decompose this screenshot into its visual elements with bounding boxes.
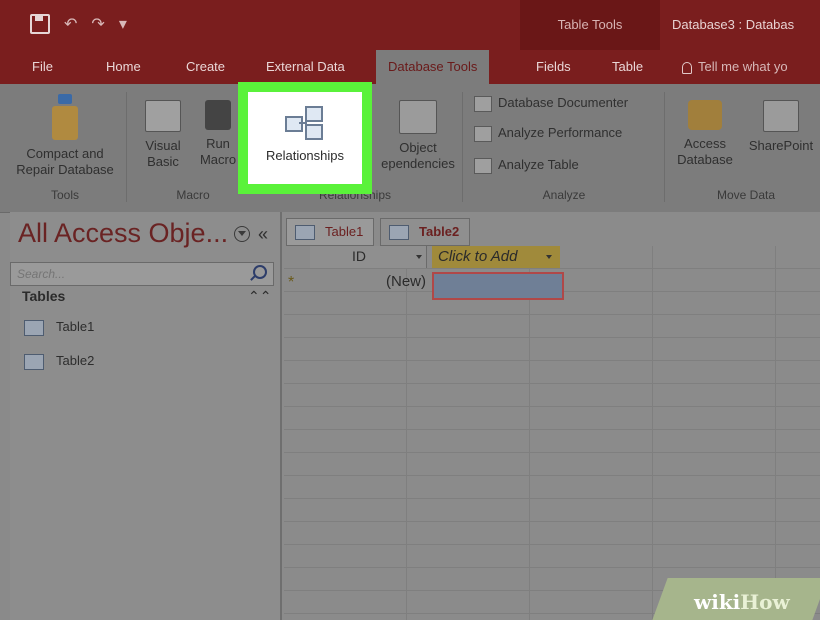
search-icon[interactable] bbox=[253, 265, 267, 279]
analyze-performance-button[interactable]: Analyze Performance bbox=[474, 122, 622, 144]
separator bbox=[664, 92, 665, 202]
new-record-icon: * bbox=[288, 274, 295, 291]
watermark-how: How bbox=[740, 590, 790, 614]
compact-label-2: Repair Database bbox=[16, 162, 114, 177]
relationships-button[interactable]: Relationships bbox=[248, 92, 362, 184]
doc-tab-label: Table2 bbox=[419, 224, 460, 239]
redo-icon[interactable]: ↷ bbox=[91, 14, 104, 34]
visual-basic-label-1: Visual bbox=[145, 138, 181, 153]
compact-label-1: Compact and bbox=[26, 146, 104, 161]
analyze-table-button[interactable]: Analyze Table bbox=[474, 154, 579, 176]
access-window: ↶ ↷ ▾ Table Tools Database3 : Databas Fi… bbox=[0, 0, 820, 620]
compact-repair-button[interactable]: Compact and Repair Database bbox=[10, 94, 120, 178]
performance-icon bbox=[474, 125, 492, 142]
click-to-add-column[interactable]: Click to Add bbox=[432, 246, 560, 268]
nav-search-input[interactable] bbox=[15, 264, 239, 284]
column-header-label: ID bbox=[352, 248, 366, 264]
undo-icon[interactable]: ↶ bbox=[64, 14, 77, 34]
tab-create[interactable]: Create bbox=[186, 50, 225, 84]
group-label-tools: Tools bbox=[50, 188, 79, 202]
object-dependencies-label-1: Object bbox=[399, 140, 437, 155]
relationships-icon bbox=[285, 106, 325, 140]
relationships-highlight: Relationships bbox=[238, 82, 372, 194]
active-cell[interactable] bbox=[432, 272, 564, 300]
database-documenter-button[interactable]: Database Documenter bbox=[474, 92, 628, 114]
group-label-macro: Macro bbox=[176, 188, 210, 202]
nav-collapse-icon[interactable]: « bbox=[258, 224, 268, 245]
nav-item-table2[interactable]: Table2 bbox=[24, 350, 94, 372]
group-label-analyze: Analyze bbox=[542, 188, 586, 202]
nav-search-box bbox=[10, 262, 274, 286]
visual-basic-label-2: Basic bbox=[147, 154, 179, 169]
sharepoint-icon bbox=[763, 100, 799, 132]
performance-label: Analyze Performance bbox=[498, 125, 623, 140]
section-collapse-icon[interactable]: ⌃⌃ bbox=[248, 288, 271, 305]
tab-table[interactable]: Table bbox=[612, 50, 643, 84]
column-dropdown-icon[interactable] bbox=[416, 255, 422, 259]
documenter-label: Database Documenter bbox=[498, 95, 629, 110]
table-icon bbox=[389, 225, 409, 241]
datasheet-grid[interactable] bbox=[284, 246, 820, 620]
nav-item-label: Table1 bbox=[56, 319, 95, 334]
access-database-label-1: Access bbox=[684, 136, 726, 151]
object-dependencies-label-2: ependencies bbox=[381, 156, 455, 171]
table-icon bbox=[24, 353, 44, 370]
doc-tab-table1[interactable]: Table1 bbox=[286, 218, 375, 246]
quick-access-toolbar: ↶ ↷ ▾ bbox=[30, 14, 127, 34]
ribbon-tabs: File Home Create External Data Database … bbox=[0, 50, 820, 84]
compact-repair-icon bbox=[52, 94, 78, 140]
access-database-button[interactable]: Access Database bbox=[672, 96, 738, 168]
document-title: Database3 : Databas bbox=[672, 17, 795, 32]
navigation-pane: All Access Obje... « Tables ⌃⌃ Table1 Ta… bbox=[10, 212, 282, 620]
save-icon[interactable] bbox=[30, 14, 50, 34]
visual-basic-button[interactable]: Visual Basic bbox=[138, 96, 188, 170]
run-macro-label-2: Macro bbox=[199, 152, 237, 167]
access-database-icon bbox=[688, 100, 722, 130]
sharepoint-button[interactable]: SharePoint bbox=[742, 96, 820, 154]
nav-item-label: Table2 bbox=[56, 353, 95, 368]
title-bar: ↶ ↷ ▾ Table Tools Database3 : Databas bbox=[0, 0, 820, 50]
sharepoint-label: SharePoint bbox=[748, 138, 814, 153]
relationships-label: Relationships bbox=[265, 148, 345, 163]
column-header-label: Click to Add bbox=[438, 248, 518, 265]
tab-fields[interactable]: Fields bbox=[536, 50, 571, 84]
documenter-icon bbox=[474, 95, 492, 112]
tab-external-data[interactable]: External Data bbox=[266, 50, 345, 84]
tables-section-header[interactable]: Tables bbox=[22, 288, 65, 304]
analyze-table-label: Analyze Table bbox=[498, 157, 579, 172]
object-dependencies-button[interactable]: Object ependencies bbox=[380, 96, 456, 172]
id-cell-new[interactable]: (New) bbox=[322, 273, 426, 295]
analyze-table-icon bbox=[474, 157, 492, 174]
nav-menu-dropdown-icon[interactable] bbox=[234, 226, 250, 242]
table-tools-context-label: Table Tools bbox=[520, 0, 660, 50]
doc-tab-label: Table1 bbox=[325, 224, 364, 239]
tab-home[interactable]: Home bbox=[106, 50, 141, 84]
visual-basic-icon bbox=[145, 100, 181, 132]
access-database-label-2: Database bbox=[677, 152, 733, 167]
customize-qat-icon[interactable]: ▾ bbox=[119, 14, 127, 34]
tab-database-tools[interactable]: Database Tools bbox=[376, 50, 490, 84]
tell-me-text: Tell me what yo bbox=[698, 59, 788, 74]
group-label-move-data: Move Data bbox=[716, 188, 776, 202]
document-area: Table1 Table2 ID Click to Add * (New) bbox=[282, 212, 820, 620]
ribbon: Compact and Repair Database Visual Basic… bbox=[0, 84, 820, 213]
tab-file[interactable]: File bbox=[32, 50, 53, 84]
watermark-logo: wikiHow bbox=[694, 590, 790, 614]
table-icon bbox=[24, 319, 44, 336]
object-dependencies-icon bbox=[399, 100, 437, 134]
run-macro-icon bbox=[205, 100, 231, 130]
separator bbox=[126, 92, 127, 202]
run-macro-button[interactable]: Run Macro bbox=[194, 96, 242, 168]
table-icon bbox=[295, 225, 315, 241]
watermark-wiki: wiki bbox=[694, 590, 741, 614]
doc-tab-table2[interactable]: Table2 bbox=[380, 218, 471, 246]
run-macro-label-1: Run bbox=[206, 136, 230, 151]
lightbulb-icon bbox=[682, 61, 692, 74]
nav-pane-title[interactable]: All Access Obje... bbox=[18, 218, 228, 249]
tell-me-box[interactable]: Tell me what yo bbox=[682, 50, 788, 84]
column-dropdown-icon[interactable] bbox=[546, 255, 552, 259]
separator bbox=[462, 92, 463, 202]
nav-item-table1[interactable]: Table1 bbox=[24, 316, 94, 338]
column-header-id[interactable]: ID bbox=[310, 246, 427, 268]
